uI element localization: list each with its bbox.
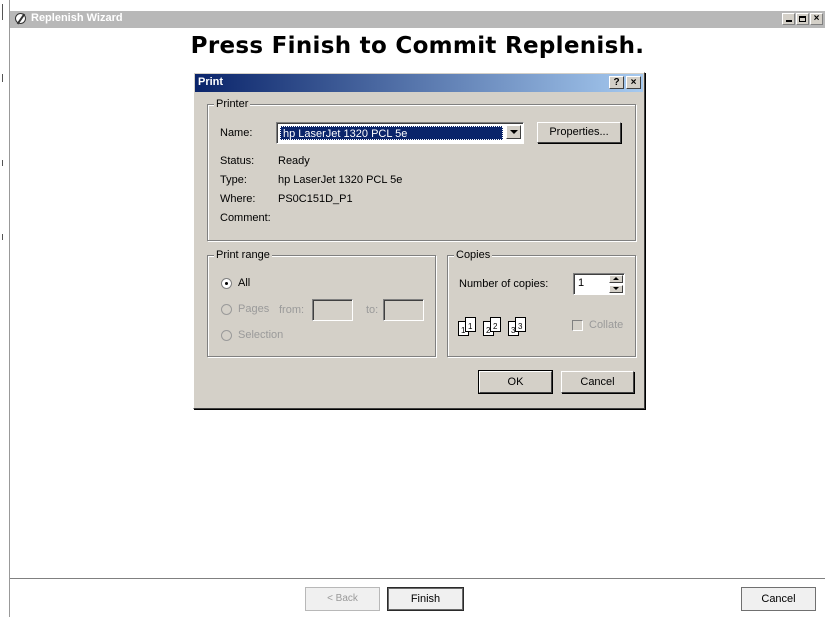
left-edge [0, 0, 10, 617]
dialog-cancel-button[interactable]: Cancel [561, 371, 634, 393]
wizard-icon [15, 13, 26, 24]
where-value: PS0C151D_P1 [278, 193, 353, 205]
radio-pages[interactable] [221, 304, 232, 315]
wizard-cancel-button[interactable]: Cancel [741, 587, 816, 611]
printer-name-value: hp LaserJet 1320 PCL 5e [280, 126, 503, 140]
dialog-titlebar: Print ? × [195, 74, 643, 92]
maximize-button[interactable] [796, 13, 809, 25]
close-button[interactable]: × [810, 13, 823, 25]
window-titlebar: Replenish Wizard × [10, 11, 825, 28]
status-label: Status: [220, 155, 255, 167]
type-value: hp LaserJet 1320 PCL 5e [278, 174, 403, 186]
collate-icon: 1 1 2 2 3 3 [458, 314, 558, 340]
print-range-label: Print range [214, 249, 272, 261]
footer-divider [10, 578, 825, 580]
print-dialog: Print ? × Printer Name: hp LaserJet 1320… [193, 72, 645, 409]
window-title: Replenish Wizard [31, 12, 123, 24]
page-title: Press Finish to Commit Replenish. [190, 33, 645, 59]
copies-value: 1 [578, 277, 585, 289]
radio-all[interactable] [221, 278, 232, 289]
spin-down-icon[interactable] [609, 285, 623, 293]
back-button[interactable]: < Back [305, 587, 380, 611]
chevron-down-icon[interactable] [506, 125, 521, 139]
dialog-title: Print [198, 76, 224, 88]
where-label: Where: [220, 193, 256, 205]
comment-label: Comment: [220, 212, 271, 224]
copies-group: Copies Number of copies: 1 1 1 2 2 3 3 C… [447, 249, 636, 357]
dialog-close-button[interactable]: × [626, 76, 641, 89]
print-range-group: Print range All Pages from: to: Selectio… [207, 249, 436, 357]
radio-pages-label: Pages [238, 303, 270, 315]
from-label: from: [279, 304, 305, 316]
collate-label: Collate [589, 319, 624, 331]
status-value: Ready [278, 155, 310, 167]
ok-button[interactable]: OK [478, 370, 553, 394]
from-input[interactable] [312, 299, 353, 321]
finish-button[interactable]: Finish [387, 587, 464, 611]
to-label: to: [366, 304, 379, 316]
spin-up-icon[interactable] [609, 275, 623, 283]
printer-group-label: Printer [214, 98, 251, 110]
radio-selection-label: Selection [238, 329, 284, 341]
copies-label: Copies [454, 249, 493, 261]
printer-group: Printer Name: hp LaserJet 1320 PCL 5e Pr… [207, 98, 636, 241]
number-of-copies-label: Number of copies: [459, 278, 549, 290]
type-label: Type: [220, 174, 247, 186]
copies-spinner[interactable]: 1 [573, 273, 625, 295]
properties-button[interactable]: Properties... [537, 122, 621, 143]
printer-name-select[interactable]: hp LaserJet 1320 PCL 5e [276, 122, 524, 144]
radio-selection[interactable] [221, 330, 232, 341]
to-input[interactable] [383, 299, 424, 321]
minimize-button[interactable] [782, 13, 795, 25]
name-label: Name: [220, 127, 253, 139]
radio-all-label: All [238, 277, 251, 289]
collate-checkbox[interactable] [572, 320, 583, 331]
help-button[interactable]: ? [609, 76, 624, 89]
